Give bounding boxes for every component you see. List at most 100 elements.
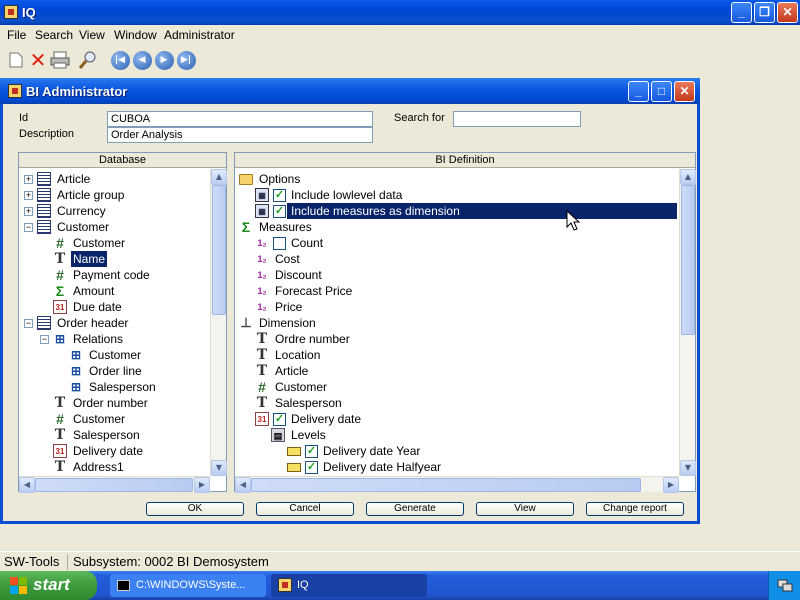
- collapse-icon[interactable]: −: [24, 223, 33, 232]
- generate-button[interactable]: Generate: [366, 502, 464, 516]
- id-field[interactable]: CUBOA: [107, 111, 373, 127]
- database-vscrollbar[interactable]: ▲ ▼: [210, 169, 227, 476]
- network-icon[interactable]: [777, 577, 793, 593]
- bi-tree-row[interactable]: 31 ✓ Delivery date: [235, 411, 679, 427]
- scroll-up-button[interactable]: ▲: [211, 169, 227, 185]
- previous-icon[interactable]: ◀: [132, 50, 152, 70]
- scroll-right-button[interactable]: ▶: [194, 477, 210, 493]
- database-tree-row[interactable]: 31 Delivery date: [19, 443, 210, 459]
- menu-administrator[interactable]: Administrator: [164, 28, 235, 42]
- cancel-button[interactable]: Cancel: [256, 502, 354, 516]
- checkbox[interactable]: ✓: [305, 461, 318, 474]
- database-tree-row[interactable]: ⊞ Salesperson: [19, 379, 210, 395]
- database-tree-row[interactable]: + Currency: [19, 203, 210, 219]
- database-tree-row[interactable]: ⊞ Customer: [19, 347, 210, 363]
- bi-tree-row[interactable]: 1₂ Discount: [235, 267, 679, 283]
- bi-tree-row[interactable]: 1₂ Price: [235, 299, 679, 315]
- database-tree-row[interactable]: − ⊞ Relations: [19, 331, 210, 347]
- description-field[interactable]: Order Analysis: [107, 127, 373, 143]
- database-tree-row[interactable]: − Order header: [19, 315, 210, 331]
- restore-button[interactable]: ❐: [754, 2, 775, 23]
- database-tree-row[interactable]: + Article: [19, 171, 210, 187]
- database-tree-row[interactable]: T Address1: [19, 459, 210, 475]
- new-icon[interactable]: [6, 50, 26, 70]
- database-tree-row[interactable]: # Customer: [19, 411, 210, 427]
- bi-tree-row[interactable]: T Ordre number: [235, 331, 679, 347]
- checkbox[interactable]: ✓: [273, 413, 286, 426]
- collapse-icon[interactable]: −: [24, 319, 33, 328]
- main-titlebar[interactable]: IQ _ ❐ ✕: [0, 0, 800, 25]
- expand-icon[interactable]: +: [24, 191, 33, 200]
- scroll-thumb[interactable]: [212, 185, 226, 315]
- bi-hscrollbar[interactable]: ◀ ▶: [235, 476, 679, 493]
- scroll-left-button[interactable]: ◀: [19, 477, 35, 493]
- checkbox[interactable]: ✓: [273, 205, 286, 218]
- menu-window[interactable]: Window: [114, 28, 157, 42]
- start-button[interactable]: start: [0, 571, 97, 600]
- find-icon[interactable]: [78, 50, 98, 70]
- checkbox[interactable]: ✓: [305, 445, 318, 458]
- scroll-thumb[interactable]: [251, 478, 641, 492]
- checkbox[interactable]: ✓: [273, 189, 286, 202]
- scroll-down-button[interactable]: ▼: [680, 460, 696, 476]
- scroll-up-button[interactable]: ▲: [680, 169, 696, 185]
- database-tree-row[interactable]: T Order number: [19, 395, 210, 411]
- bi-tree-row[interactable]: Options: [235, 171, 679, 187]
- database-tree-row[interactable]: T Name: [19, 251, 210, 267]
- database-tree-row[interactable]: T Salesperson: [19, 427, 210, 443]
- bi-tree-row[interactable]: ▦ ✓ Include lowlevel data: [235, 187, 679, 203]
- next-icon[interactable]: ▶: [154, 50, 174, 70]
- bi-tree-row[interactable]: ⊥ Dimension: [235, 315, 679, 331]
- first-icon[interactable]: |◀: [110, 50, 130, 70]
- search-input[interactable]: [453, 111, 581, 127]
- print-icon[interactable]: [50, 50, 70, 70]
- axes-icon: ⊥: [240, 315, 252, 330]
- bi-tree-row[interactable]: 1₂ Cost: [235, 251, 679, 267]
- menu-file[interactable]: File: [7, 28, 26, 42]
- scroll-right-button[interactable]: ▶: [663, 477, 679, 493]
- bi-tree-row[interactable]: ▦ ✓ Include measures as dimension: [235, 203, 679, 219]
- expand-icon[interactable]: +: [24, 175, 33, 184]
- database-hscrollbar[interactable]: ◀ ▶: [19, 476, 210, 493]
- dialog-titlebar[interactable]: BI Administrator _ □ ✕: [0, 78, 700, 104]
- change-report-button[interactable]: Change report: [586, 502, 684, 516]
- checkbox[interactable]: [273, 237, 286, 250]
- dialog-minimize-button[interactable]: _: [628, 81, 649, 102]
- expand-icon[interactable]: +: [24, 207, 33, 216]
- bi-tree-row[interactable]: # Customer: [235, 379, 679, 395]
- database-tree-row[interactable]: # Customer: [19, 235, 210, 251]
- view-button[interactable]: View: [476, 502, 574, 516]
- bi-tree-row[interactable]: T Salesperson: [235, 395, 679, 411]
- database-tree-row[interactable]: ⊞ Order line: [19, 363, 210, 379]
- dialog-maximize-button[interactable]: □: [651, 81, 672, 102]
- bi-vscrollbar[interactable]: ▲ ▼: [679, 169, 696, 476]
- bi-tree-row[interactable]: ▤ Levels: [235, 427, 679, 443]
- scroll-thumb[interactable]: [681, 185, 695, 335]
- bi-tree-row[interactable]: ✓ Delivery date Year: [235, 443, 679, 459]
- menu-view[interactable]: View: [79, 28, 105, 42]
- bi-tree-row[interactable]: Σ Measures: [235, 219, 679, 235]
- minimize-button[interactable]: _: [731, 2, 752, 23]
- collapse-icon[interactable]: −: [40, 335, 49, 344]
- scroll-down-button[interactable]: ▼: [211, 460, 227, 476]
- dialog-close-button[interactable]: ✕: [674, 81, 695, 102]
- database-tree-row[interactable]: + Article group: [19, 187, 210, 203]
- bi-tree-row[interactable]: T Article: [235, 363, 679, 379]
- database-tree-row[interactable]: 31 Due date: [19, 299, 210, 315]
- bi-tree-row[interactable]: 1₂ Count: [235, 235, 679, 251]
- task-iq[interactable]: IQ: [271, 574, 427, 597]
- task-cmd[interactable]: C:\WINDOWS\Syste...: [110, 574, 266, 597]
- database-tree-row[interactable]: − Customer: [19, 219, 210, 235]
- database-tree-row[interactable]: Σ Amount: [19, 283, 210, 299]
- delete-icon[interactable]: ✕: [28, 50, 48, 70]
- ok-button[interactable]: OK: [146, 502, 244, 516]
- bi-tree-row[interactable]: T Location: [235, 347, 679, 363]
- close-button[interactable]: ✕: [777, 2, 798, 23]
- scroll-thumb[interactable]: [35, 478, 193, 492]
- menu-search[interactable]: Search: [35, 28, 73, 42]
- bi-tree-row[interactable]: 1₂ Forecast Price: [235, 283, 679, 299]
- database-tree-row[interactable]: # Payment code: [19, 267, 210, 283]
- bi-tree-row[interactable]: ✓ Delivery date Halfyear: [235, 459, 679, 475]
- last-icon[interactable]: ▶|: [176, 50, 196, 70]
- scroll-left-button[interactable]: ◀: [235, 477, 251, 493]
